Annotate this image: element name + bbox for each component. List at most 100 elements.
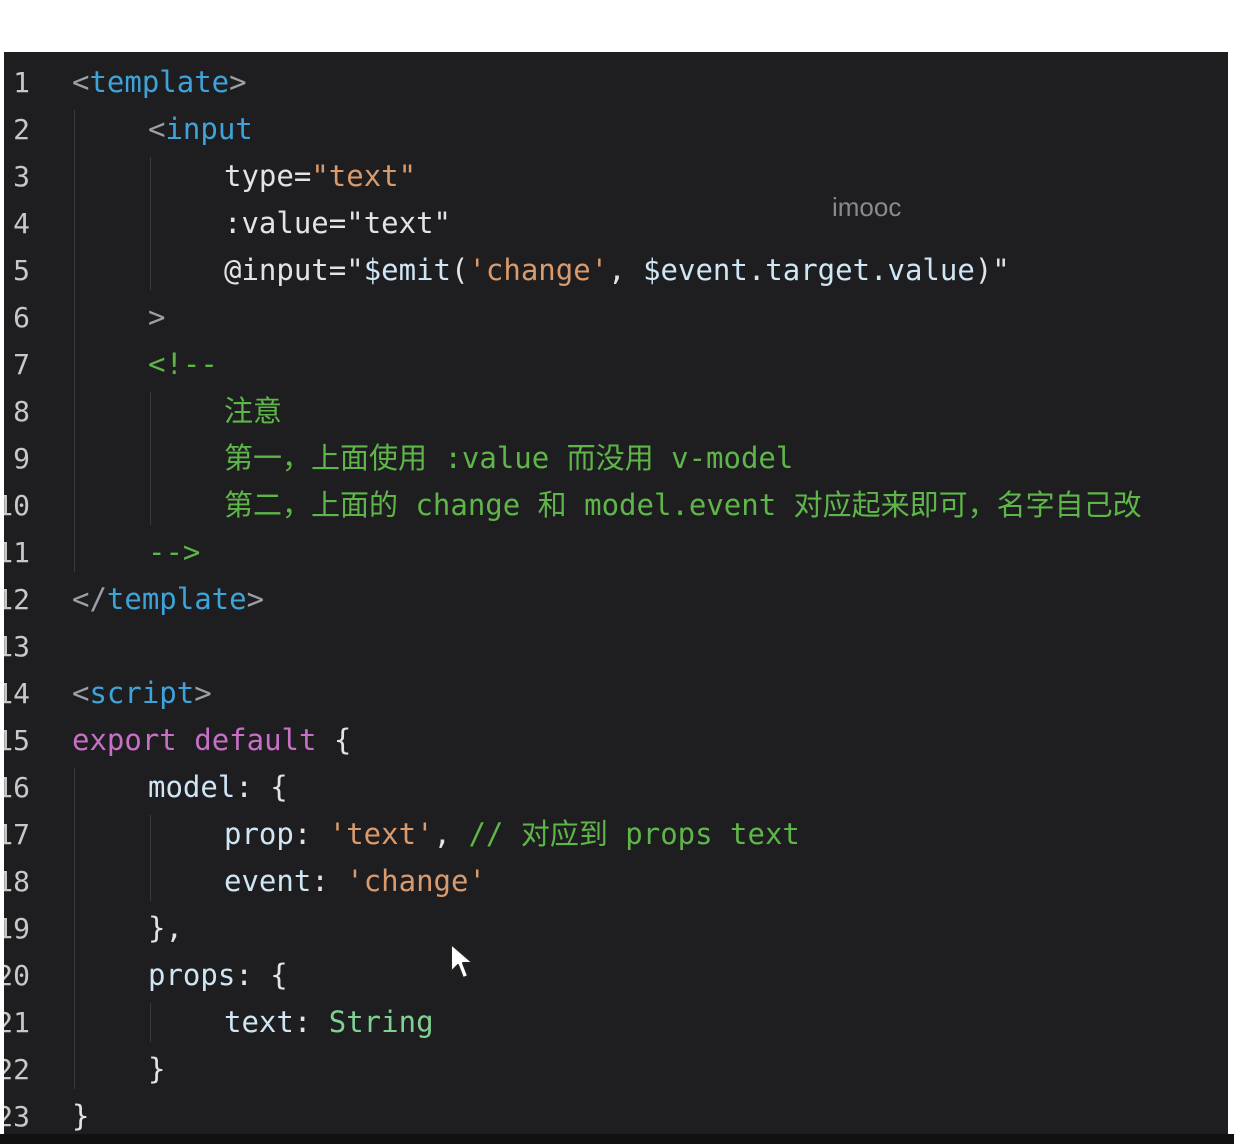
code-token: )"	[974, 253, 1010, 287]
code-line[interactable]: 16 model: {	[4, 764, 1228, 811]
screenshot-frame: imooc 1 <template> 2 <input 3 type="text" 4:va…	[0, 0, 1234, 1144]
code-token: <	[72, 676, 90, 710]
code-token: 第一，上面使用 :value 而没用 v-model	[224, 441, 794, 475]
code-text: type="text"	[224, 153, 416, 200]
code-line[interactable]: 11 -->	[4, 529, 1228, 576]
code-line[interactable]: 5 @input="$emit('change', $event.target.v…	[4, 247, 1228, 294]
code-text: @input="$emit('change', $event.target.va…	[224, 247, 1010, 294]
code-token: "text"	[346, 206, 451, 240]
line-number: 19	[4, 912, 30, 945]
code-line[interactable]: 1 <template>	[4, 59, 1228, 106]
line-number: 4	[13, 207, 30, 240]
code-line[interactable]: 4 :value="text"	[4, 200, 1228, 247]
code-token: props	[148, 958, 236, 992]
code-token: <	[72, 65, 90, 99]
code-line[interactable]: 21 text: String	[4, 999, 1228, 1046]
code-token: >	[229, 65, 247, 99]
line-number: 13	[4, 630, 30, 663]
code-token: 'change'	[468, 253, 609, 287]
line-number: 8	[13, 395, 30, 428]
code-token: >	[246, 582, 265, 616]
code-editor[interactable]: imooc 1 <template> 2 <input 3 type="text" 4:va…	[4, 52, 1228, 1144]
code-token: // 对应到 props text	[468, 817, 800, 851]
code-line[interactable]: 7 <!--	[4, 341, 1228, 388]
code-token: event	[224, 864, 312, 898]
code-token: =	[293, 159, 312, 193]
code-line[interactable]: 8 注意	[4, 388, 1228, 435]
code-token: >	[148, 300, 166, 334]
code-text: </template>	[72, 576, 264, 623]
line-number: 21	[4, 1006, 30, 1039]
code-text: <input	[148, 106, 253, 153]
code-token: prop	[224, 817, 294, 851]
code-line[interactable]: 13	[4, 623, 1228, 670]
code-line[interactable]: 10 第二，上面的 change 和 model.event 对应起来即可，名字自…	[4, 482, 1228, 529]
code-text: export default {	[72, 717, 351, 764]
code-text: }	[148, 1046, 165, 1093]
line-number: 2	[13, 113, 30, 146]
code-line[interactable]: 17 prop: 'text', // 对应到 props text	[4, 811, 1228, 858]
line-number: 5	[13, 254, 30, 287]
code-line[interactable]: 19},	[4, 905, 1228, 952]
line-number: 15	[4, 724, 30, 757]
line-number: 7	[13, 348, 30, 381]
code-token: 注意	[224, 394, 283, 428]
code-text: props: {	[148, 952, 288, 999]
code-token: </	[72, 582, 107, 616]
code-line[interactable]: 22}	[4, 1046, 1228, 1093]
code-token: script	[89, 676, 195, 710]
bottom-bar	[0, 1134, 1234, 1144]
code-text: -->	[148, 529, 200, 576]
code-token: (	[451, 253, 469, 287]
indent-guide	[74, 768, 75, 1089]
code-line[interactable]: 9 第一，上面使用 :value 而没用 v-model	[4, 435, 1228, 482]
code-text: <script>	[72, 670, 212, 717]
line-number: 10	[4, 489, 30, 522]
code-text: <template>	[72, 59, 247, 106]
code-token: }	[148, 1052, 166, 1086]
indent-guide	[150, 1003, 151, 1042]
code-token: $emit	[363, 253, 451, 287]
code-text: 注意	[224, 388, 282, 435]
code-token: input	[165, 112, 253, 146]
line-number: 23	[4, 1100, 30, 1133]
code-text: 第二，上面的 change 和 model.event 对应起来即可，名字自己改	[224, 482, 1142, 529]
code-token: model	[148, 770, 236, 804]
line-number: 14	[4, 677, 30, 710]
line-number: 11	[4, 536, 30, 569]
indent-guide	[150, 815, 151, 901]
code-text: model: {	[148, 764, 288, 811]
code-token: export	[72, 723, 177, 757]
code-text: }	[72, 1093, 89, 1140]
code-token: template	[89, 65, 230, 99]
code-token: {	[316, 723, 352, 757]
code-text: :value="text"	[224, 200, 451, 247]
line-number: 3	[13, 160, 30, 193]
code-token: type	[224, 159, 294, 193]
code-line[interactable]: 6 >	[4, 294, 1228, 341]
indent-guide	[74, 110, 75, 572]
code-line[interactable]: 23}	[4, 1093, 1228, 1140]
code-line[interactable]: 3 type="text"	[4, 153, 1228, 200]
line-number: 17	[4, 818, 30, 851]
code-line[interactable]: 14 <script>	[4, 670, 1228, 717]
line-number: 22	[4, 1053, 30, 1086]
code-line[interactable]: 18 event: 'change'	[4, 858, 1228, 905]
code-line[interactable]: 12 </template>	[4, 576, 1228, 623]
line-number: 1	[13, 66, 30, 99]
code-text: prop: 'text', // 对应到 props text	[224, 811, 800, 858]
code-line[interactable]: 20 props: {	[4, 952, 1228, 999]
line-number: 12	[4, 583, 30, 616]
code-token: ,	[433, 817, 469, 851]
code-token: :	[293, 1005, 329, 1039]
code-line[interactable]: 2 <input	[4, 106, 1228, 153]
code-token: ="	[328, 253, 364, 287]
line-number: 18	[4, 865, 30, 898]
code-token: :	[311, 864, 347, 898]
code-text: },	[148, 905, 183, 952]
line-number: 16	[4, 771, 30, 804]
code-text: >	[148, 294, 165, 341]
code-token: : {	[235, 770, 288, 804]
code-line[interactable]: 15 export default {	[4, 717, 1228, 764]
code-token: :	[293, 817, 329, 851]
